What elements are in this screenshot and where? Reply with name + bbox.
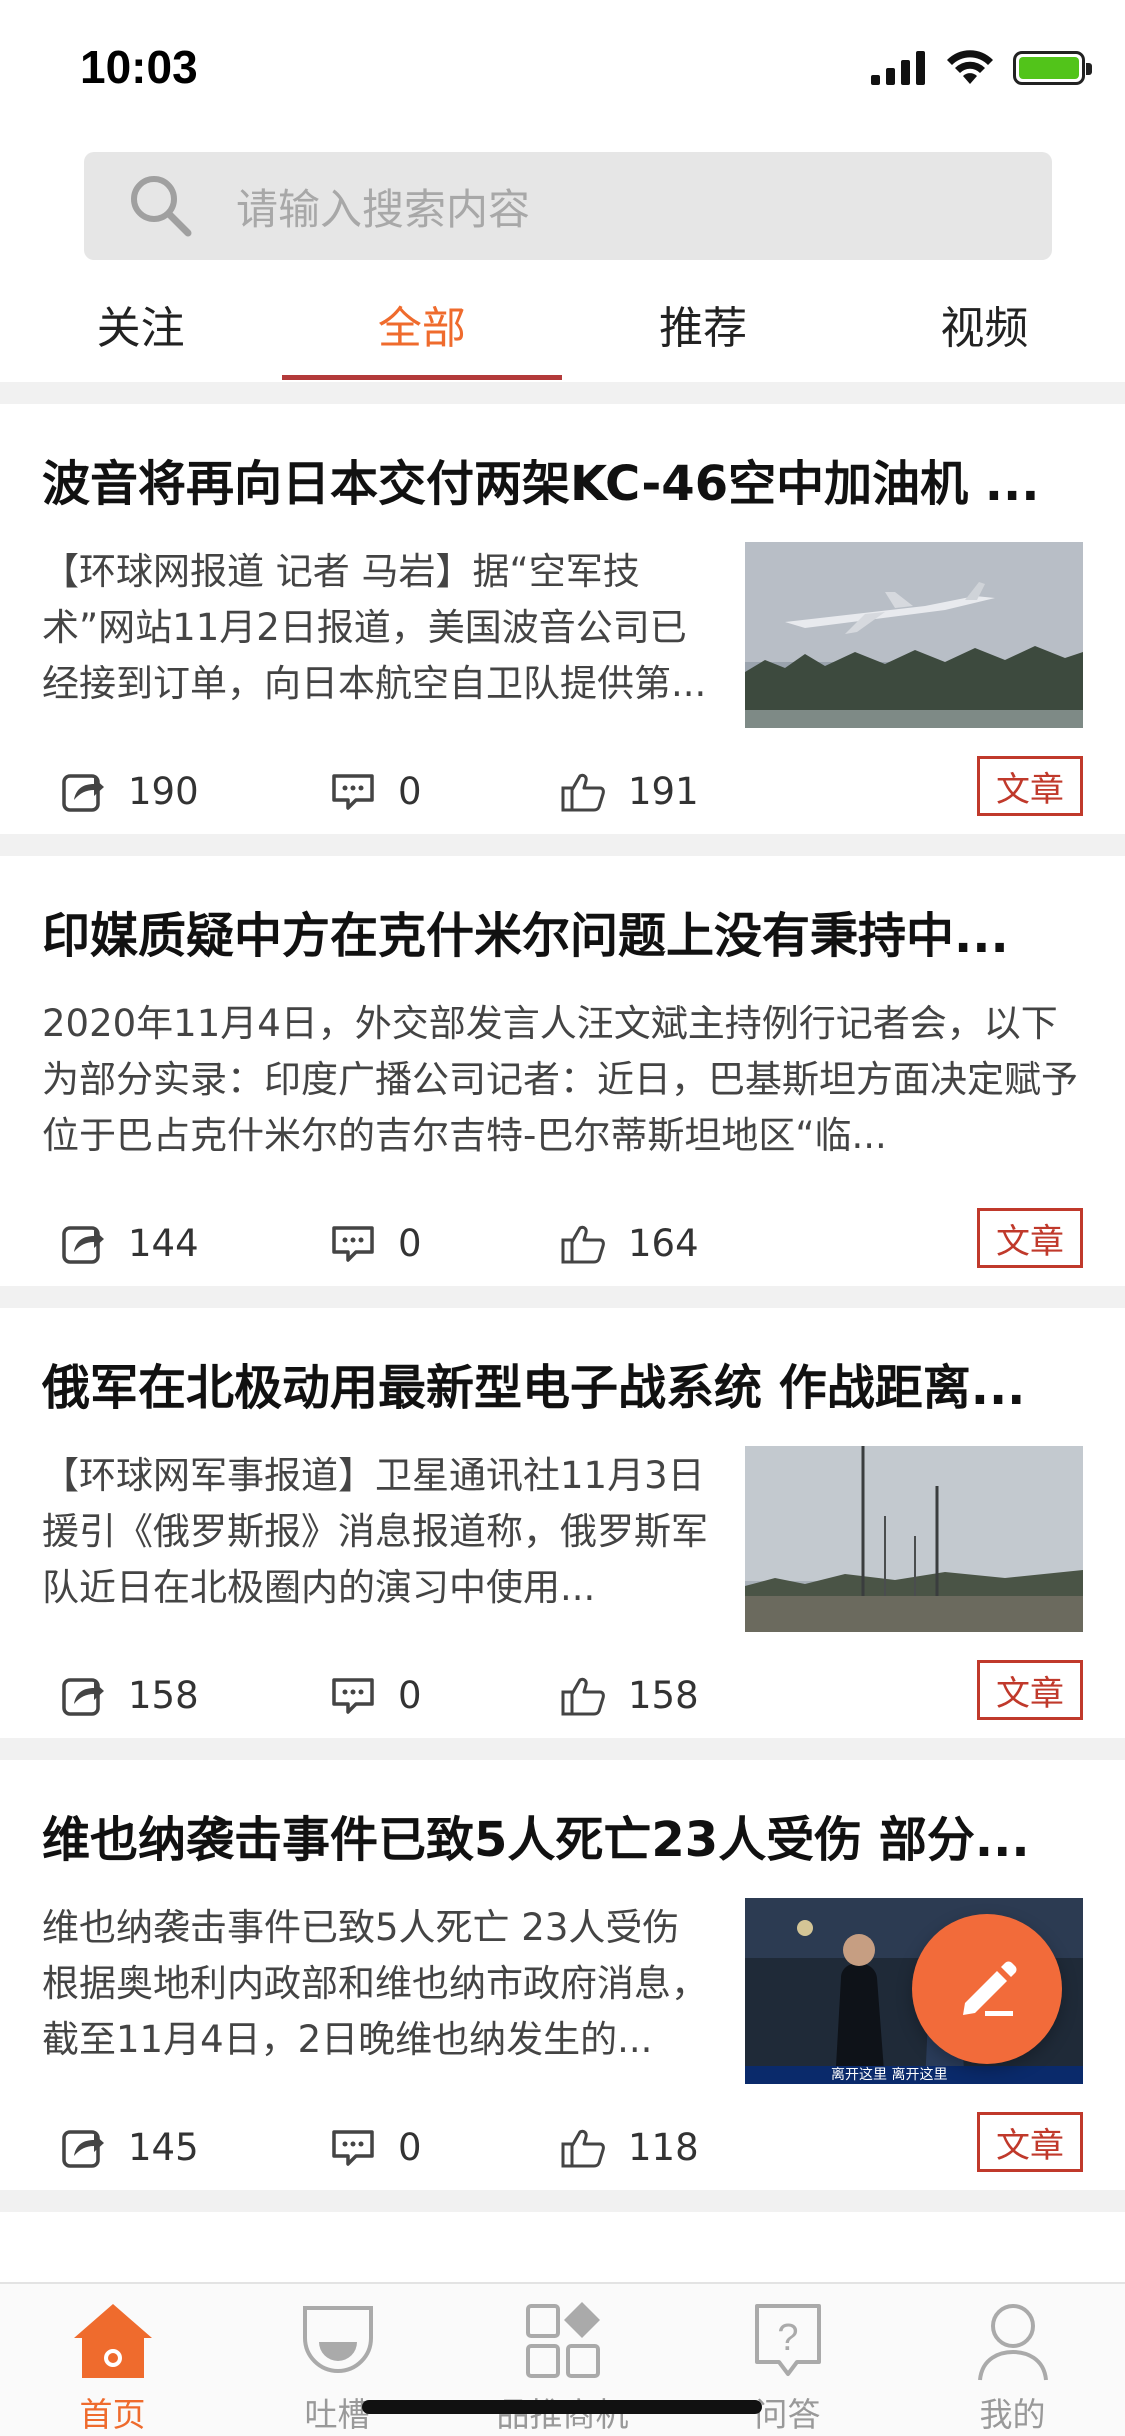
article-summary: 【环球网军事报道】卫星通讯社11月3日援引《俄罗斯报》消息报道称，俄罗斯军队近日… xyxy=(42,1454,708,1609)
cellular-signal-icon xyxy=(871,51,925,85)
article-thumbnail xyxy=(745,542,1083,728)
divider xyxy=(0,1738,1125,1760)
comment-icon xyxy=(332,1226,374,1262)
article-thumbnail xyxy=(745,1446,1083,1632)
article-card[interactable]: 印媒质疑中方在克什米尔问题上没有秉持中... 2020年11月4日，外交部发言人… xyxy=(0,856,1125,1286)
tab-recommend[interactable]: 推荐 xyxy=(563,272,844,382)
article-summary: 2020年11月4日，外交部发言人汪文斌主持例行记者会，以下为部分实录：印度广播… xyxy=(42,1002,1078,1157)
comment-button[interactable]: 0 xyxy=(330,1672,560,1718)
battery-icon xyxy=(1013,51,1092,85)
article-type-tag: 文章 xyxy=(977,1660,1083,1720)
like-button[interactable]: 118 xyxy=(560,2124,760,2170)
tab-active-underline xyxy=(281,375,562,380)
share-icon xyxy=(62,774,104,812)
pencil-icon xyxy=(963,1961,1017,2016)
comment-button[interactable]: 0 xyxy=(330,1220,560,1266)
search-icon xyxy=(131,176,192,237)
search-input[interactable]: 请输入搜索内容 xyxy=(84,152,1052,260)
article-summary: 维也纳袭击事件已致5人死亡 23人受伤根据奥地利内政部和维也纳市政府消息，截至1… xyxy=(42,1906,708,2061)
tab-follow[interactable]: 关注 xyxy=(0,272,281,382)
category-tabs: 关注 全部 推荐 视频 xyxy=(0,272,1125,382)
search-placeholder: 请输入搜索内容 xyxy=(236,184,531,234)
share-button[interactable]: 144 xyxy=(60,1220,330,1266)
wifi-icon xyxy=(947,50,993,84)
share-button[interactable]: 190 xyxy=(60,768,330,814)
status-icons xyxy=(871,50,1092,86)
divider xyxy=(0,382,1125,404)
share-button[interactable]: 158 xyxy=(60,1672,330,1718)
nav-profile[interactable]: 我的 xyxy=(900,2284,1125,2436)
thumbnail-caption: 离开这里 离开这里 xyxy=(831,2067,948,2083)
comment-icon xyxy=(332,774,374,810)
share-icon xyxy=(62,2130,104,2168)
question-icon: ? xyxy=(754,2304,821,2376)
divider xyxy=(0,2190,1125,2212)
tab-all[interactable]: 全部 xyxy=(281,272,562,382)
tab-video[interactable]: 视频 xyxy=(844,272,1125,382)
divider xyxy=(0,1286,1125,1308)
like-button[interactable]: 191 xyxy=(560,768,760,814)
thumbs-up-icon xyxy=(561,1225,605,1264)
nav-home[interactable]: 首页 xyxy=(0,2284,225,2436)
like-button[interactable]: 158 xyxy=(560,1672,760,1718)
article-stats: 158 0 158 xyxy=(60,1660,1080,1730)
article-summary: 【环球网报道 记者 马岩】据“空军技术”网站11月2日报道，美国波音公司已经接到… xyxy=(42,550,707,705)
profile-icon xyxy=(977,2304,1048,2381)
comment-button[interactable]: 0 xyxy=(330,2124,560,2170)
article-title: 波音将再向日本交付两架KC-46空中加油机 ... xyxy=(42,456,1040,512)
article-stats: 145 0 118 xyxy=(60,2112,1080,2182)
thumbs-up-icon xyxy=(561,1677,605,1716)
divider xyxy=(0,834,1125,856)
article-type-tag: 文章 xyxy=(977,756,1083,816)
comment-icon xyxy=(332,2130,374,2166)
home-icon xyxy=(73,2304,152,2378)
home-indicator xyxy=(362,2400,762,2414)
chat-bubble-icon xyxy=(302,2306,373,2373)
comment-button[interactable]: 0 xyxy=(330,768,560,814)
article-stats: 190 0 191 xyxy=(60,756,1080,826)
article-card[interactable]: 俄军在北极动用最新型电子战系统 作战距离... 【环球网军事报道】卫星通讯社11… xyxy=(0,1308,1125,1738)
article-title: 俄军在北极动用最新型电子战系统 作战距离... xyxy=(42,1360,1026,1416)
article-title: 印媒质疑中方在克什米尔问题上没有秉持中... xyxy=(42,908,1009,964)
like-button[interactable]: 164 xyxy=(560,1220,760,1266)
thumbs-up-icon xyxy=(561,773,605,812)
article-type-tag: 文章 xyxy=(977,2112,1083,2172)
grid-diamond-icon xyxy=(525,2302,600,2378)
comment-icon xyxy=(332,1678,374,1714)
share-icon xyxy=(62,1226,104,1264)
article-card[interactable]: 波音将再向日本交付两架KC-46空中加油机 ... 【环球网报道 记者 马岩】据… xyxy=(0,404,1125,834)
status-bar: 10:03 xyxy=(0,0,1125,140)
svg-text:?: ? xyxy=(777,2317,798,2359)
article-type-tag: 文章 xyxy=(977,1208,1083,1268)
share-button[interactable]: 145 xyxy=(60,2124,330,2170)
article-title: 维也纳袭击事件已致5人死亡23人受伤 部分... xyxy=(42,1812,1030,1868)
compose-button[interactable] xyxy=(912,1914,1062,2064)
thumbs-up-icon xyxy=(561,2129,605,2168)
status-time: 10:03 xyxy=(80,41,198,93)
share-icon xyxy=(62,1678,104,1716)
article-stats: 144 0 164 xyxy=(60,1208,1080,1278)
